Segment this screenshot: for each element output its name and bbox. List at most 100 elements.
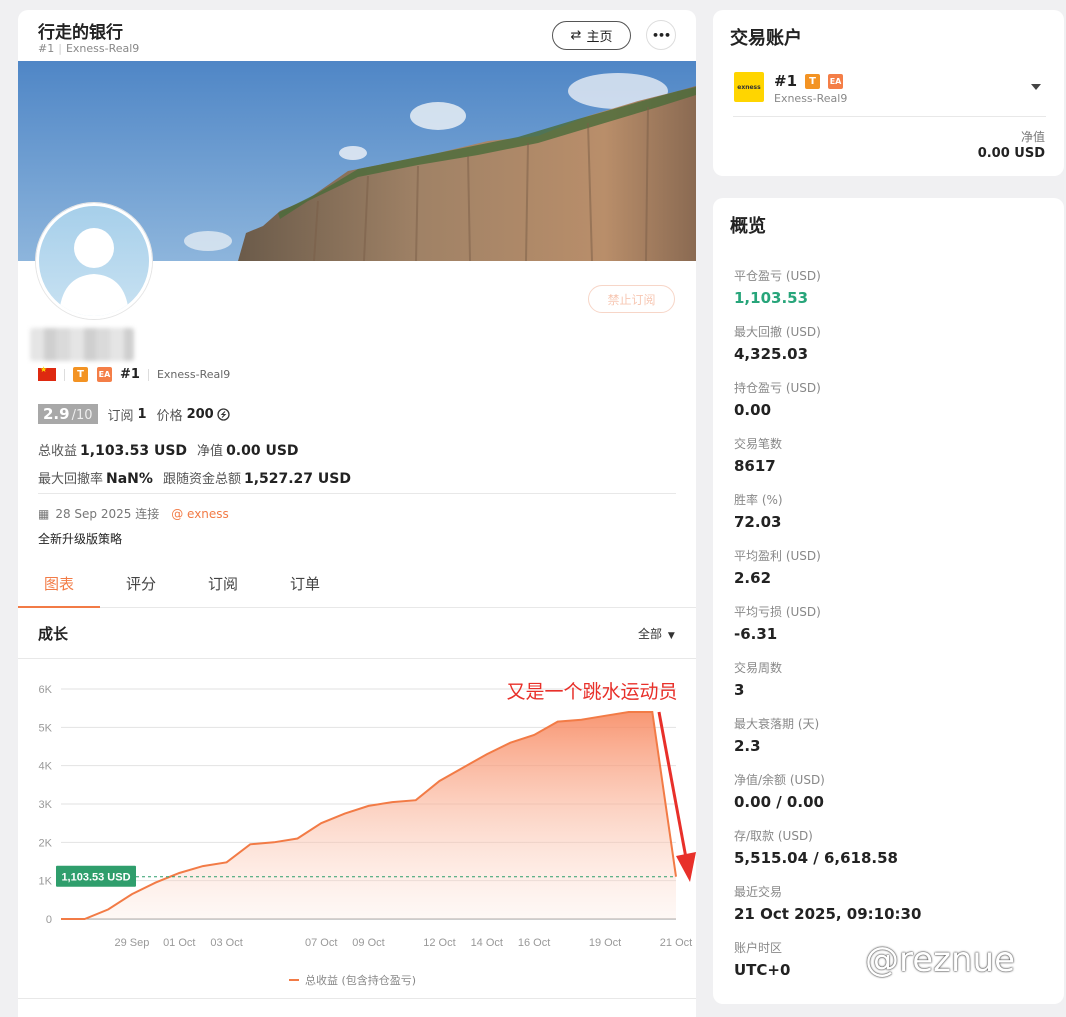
x-tick-label: 09 Oct: [352, 937, 384, 949]
overview-title: 概览: [730, 216, 766, 237]
overview-item: 最近交易 21 Oct 2025, 09:10:30: [734, 885, 922, 923]
server-label: Exness-Real9: [156, 368, 231, 381]
x-tick-label: 16 Oct: [518, 937, 550, 949]
x-tick-label: 07 Oct: [305, 937, 337, 949]
header-server: Exness-Real9: [65, 42, 140, 55]
annotation-arrowhead: [676, 852, 696, 882]
calendar-icon: ▦: [38, 506, 50, 521]
account-trader-badge: T: [805, 73, 821, 89]
account-title: 交易账户: [730, 28, 802, 49]
y-tick-label: 5K: [39, 722, 53, 734]
account-ea-badge: EA: [828, 73, 844, 89]
page-title: 行走的银行: [38, 23, 123, 43]
range-dropdown[interactable]: 全部 ▼: [638, 625, 675, 642]
account-rank: #1: [774, 72, 798, 90]
subs-label: 订阅: [107, 408, 134, 424]
chevron-down-icon[interactable]: [1031, 84, 1041, 90]
legend-label: 总收益 (包含持仓盈亏): [305, 973, 416, 987]
more-button[interactable]: •••: [646, 20, 676, 50]
x-tick-label: 19 Oct: [589, 937, 621, 949]
current-value-label: 1,103.53 USD: [61, 872, 130, 884]
overview-item: 交易周数 3: [734, 661, 783, 699]
home-button-label: 主页: [586, 30, 613, 45]
x-tick-label: 14 Oct: [471, 937, 503, 949]
overview-card: 概览 平仓盈亏 (USD) 1,103.53 最大回撤 (USD) 4,325.03…: [713, 198, 1064, 1004]
overview-item: 平仓盈亏 (USD) 1,103.53: [734, 269, 821, 307]
broker-link[interactable]: @ exness: [171, 507, 229, 521]
x-tick-label: 21 Oct: [660, 937, 692, 949]
connected-date: 28 Sep 2025 连接: [55, 507, 160, 521]
y-tick-label: 3K: [39, 799, 53, 811]
tab-orders[interactable]: 订单: [264, 563, 346, 607]
score-badge: 2.9/10: [38, 404, 98, 424]
y-tick-label: 2K: [39, 837, 53, 849]
y-tick-label: 1K: [39, 876, 53, 888]
header-subtitle: #1 | Exness-Real9: [38, 42, 140, 55]
account-net-label: 净值: [1020, 130, 1045, 144]
account-net-value: 0.00 USD: [977, 146, 1045, 161]
growth-chart: 0 1K 2K 3K 4K 5K 6K 29 Sep 01 Oct 03 Oct 07 Oct 09…: [39, 681, 696, 987]
overview-item: 胜率 (%) 72.03: [734, 493, 783, 531]
subscribe-button[interactable]: 禁止订阅: [588, 285, 675, 313]
net-value: 0.00 USD: [226, 443, 299, 459]
profile-card: 行走的银行 #1 | Exness-Real9 ⇄ 主页 ••• 禁止订阅 ★ …: [18, 10, 696, 1017]
overview-item: 存/取款 (USD) 5,515.04 / 6,618.58: [734, 829, 898, 867]
ea-badge: EA: [97, 367, 112, 382]
total-profit-value: 1,103.53 USD: [80, 443, 188, 459]
overview-item: 持仓盈亏 (USD) 0.00: [734, 381, 821, 419]
net-label: 净值: [197, 444, 224, 459]
strategy-description: 全新升级版策略: [38, 532, 123, 546]
swap-icon: ⇄: [570, 28, 582, 43]
overview-item: 平均亏损 (USD) -6.31: [734, 605, 821, 643]
badge-row: T EA #1 Exness-Real9: [38, 365, 231, 382]
user-silhouette-icon: [59, 228, 129, 316]
score-row: 2.9/10 订阅 1 价格 200: [38, 404, 230, 424]
subs-value: 1: [137, 406, 147, 422]
account-card: 交易账户 exness #1 T EA Exness-Real9 净值 0.00…: [713, 10, 1064, 176]
chart-annotation: 又是一个跳水运动员: [506, 681, 677, 703]
rank-label: #1: [120, 367, 140, 382]
exness-logo: exness: [734, 72, 764, 102]
overview-item: 最大回撤 (USD) 4,325.03: [734, 325, 821, 363]
chart-title: 成长: [38, 625, 69, 643]
avatar: [36, 203, 152, 319]
max-dd-value: NaN%: [106, 471, 153, 487]
x-tick-label: 29 Sep: [115, 937, 150, 949]
header-rank: #1: [38, 42, 55, 55]
overview-item: 最大衰落期 (天) 2.3: [734, 717, 820, 755]
caret-down-icon: ▼: [667, 631, 675, 641]
coin-icon: [217, 407, 230, 421]
x-tick-label: 12 Oct: [423, 937, 455, 949]
range-label: 全部: [638, 627, 663, 641]
account-server: Exness-Real9: [774, 92, 848, 105]
growth-area: [61, 712, 676, 919]
overview-item: 平均盈利 (USD) 2.62: [734, 549, 821, 587]
home-button[interactable]: ⇄ 主页: [552, 21, 631, 50]
tab-chart[interactable]: 图表: [18, 563, 100, 608]
tab-bar: 图表 评分 订阅 订单: [18, 563, 696, 608]
total-profit-label: 总收益: [38, 444, 78, 459]
meta-row: ▦ 28 Sep 2025 连接 @ exness: [38, 505, 229, 522]
china-flag-icon: [38, 365, 56, 381]
more-icon: •••: [651, 28, 671, 42]
overview-item: 交易笔数 8617: [734, 437, 783, 475]
overview-list: 平仓盈亏 (USD) 1,103.53 最大回撤 (USD) 4,325.03 持仓…: [734, 268, 921, 996]
follow-value: 1,527.27 USD: [243, 471, 351, 487]
watermark: @reznue: [865, 940, 1016, 980]
price-label: 价格: [156, 408, 183, 424]
x-tick-label: 01 Oct: [163, 937, 195, 949]
x-tick-label: 03 Oct: [210, 937, 242, 949]
y-tick-label: 4K: [39, 761, 53, 773]
follow-label: 跟随资金总额: [162, 472, 241, 487]
trader-badge: T: [73, 367, 88, 382]
y-tick-label: 6K: [39, 684, 53, 696]
account-selector[interactable]: #1 T EA: [774, 72, 844, 90]
max-dd-label: 最大回撤率: [38, 472, 104, 487]
tab-rating[interactable]: 评分: [100, 563, 182, 607]
overview-item: 净值/余额 (USD) 0.00 / 0.00: [734, 773, 825, 811]
tab-subscription[interactable]: 订阅: [182, 563, 264, 607]
drawdown-row: 最大回撤率 NaN% 跟随资金总额 1,527.27 USD: [38, 468, 361, 487]
price-value: 200: [186, 406, 214, 422]
blurred-username: [30, 328, 134, 361]
y-tick-label: 0: [46, 914, 52, 926]
